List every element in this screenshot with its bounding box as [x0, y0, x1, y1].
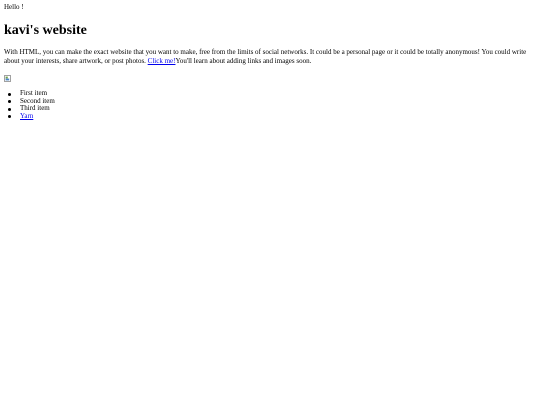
bullet-icon: [8, 92, 11, 96]
yarn-link[interactable]: Yarn: [20, 112, 33, 120]
broken-image-icon: [4, 75, 11, 82]
bullet-icon: [8, 115, 11, 118]
intro-text-after: You'll learn about adding links and imag…: [175, 57, 312, 65]
bullet-icon: [8, 100, 11, 103]
greeting-text: Hello !: [4, 3, 24, 11]
intro-paragraph: With HTML, you can make the exact websit…: [4, 48, 534, 66]
page-content: Hello ! kavi's website With HTML, you ca…: [4, 0, 534, 120]
click-me-link[interactable]: Click me!: [148, 57, 176, 65]
list-item: Second item: [8, 97, 534, 106]
bullet-icon: [8, 107, 11, 111]
item-list: First item Second item Third item Yarn: [4, 89, 534, 121]
list-item: First item: [8, 89, 534, 98]
page-title: kavi's website: [4, 23, 87, 38]
list-item: Third item: [8, 104, 534, 113]
list-item: Yarn: [8, 112, 534, 121]
